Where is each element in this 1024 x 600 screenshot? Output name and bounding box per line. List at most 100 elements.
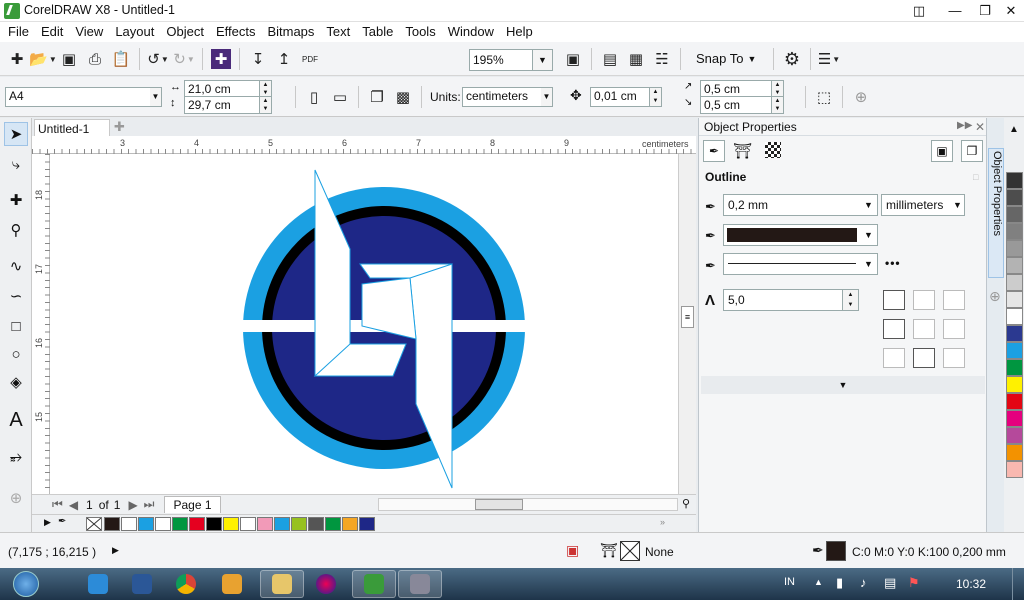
taskbar-word[interactable] <box>122 570 162 598</box>
outline-width-field[interactable]: 0,2 mm <box>723 194 861 216</box>
horizontal-scroll-thumb[interactable] <box>475 499 523 510</box>
palette-color-swatch[interactable] <box>1006 359 1023 376</box>
units-select[interactable]: centimeters <box>462 87 542 107</box>
color-proof-icon[interactable]: ▣ <box>566 542 579 559</box>
publish-pdf-icon[interactable]: PDF <box>297 47 323 71</box>
palette-color-swatch[interactable] <box>1006 410 1023 427</box>
rectangle-tool-icon[interactable]: □ <box>4 314 28 338</box>
frame-icon[interactable]: ▣ <box>931 140 953 162</box>
duplicate-y-spinner[interactable]: ▲ ▼ <box>772 96 784 114</box>
page-tab-1[interactable]: Page 1 <box>164 496 221 513</box>
cap-square-button[interactable] <box>943 319 965 339</box>
palette-color-swatch[interactable] <box>1006 189 1023 206</box>
document-color-swatch[interactable] <box>121 517 137 531</box>
miter-limit-spinner[interactable]: ▲ ▼ <box>843 289 859 311</box>
document-color-swatch[interactable] <box>325 517 341 531</box>
new-tab-icon[interactable]: ✚ <box>114 119 125 135</box>
duplicate-distance-y-field[interactable]: 0,5 cm <box>700 96 772 114</box>
menu-effects[interactable]: Effects <box>210 22 262 42</box>
maximize-button[interactable]: ❐ <box>974 2 996 20</box>
zoom-dropdown-arrow[interactable]: ▼ <box>533 49 553 71</box>
object-properties-side-tab[interactable]: Object Properties <box>988 148 1004 278</box>
redo-icon[interactable]: ↻ ▼ <box>171 47 197 71</box>
palette-color-swatch[interactable] <box>1006 342 1023 359</box>
page-height-field[interactable]: 29,7 cm <box>184 96 260 114</box>
document-color-swatch[interactable] <box>206 517 222 531</box>
transparency-tab-icon[interactable] <box>765 142 781 158</box>
polygon-tool-icon[interactable]: ◈ <box>4 370 28 394</box>
page-size-select[interactable]: A4 <box>5 87 151 107</box>
print-icon[interactable]: ⎙ <box>82 47 108 71</box>
miter-limit-field[interactable]: 5,0 <box>723 289 843 311</box>
document-color-swatch[interactable] <box>223 517 239 531</box>
volume-icon[interactable]: ♪ <box>860 575 867 590</box>
cap-butt-button[interactable] <box>883 319 905 339</box>
eyedropper-icon[interactable]: ✒ <box>58 516 66 527</box>
palette-color-swatch[interactable] <box>1006 240 1023 257</box>
menu-object[interactable]: Object <box>160 22 210 42</box>
freehand-tool-icon[interactable]: ∿ <box>4 254 28 278</box>
document-color-swatch[interactable] <box>291 517 307 531</box>
tab-untitled-1[interactable]: Untitled-1 <box>34 119 110 136</box>
logo-artwork[interactable] <box>50 154 678 494</box>
palette-color-swatch[interactable] <box>1006 376 1023 393</box>
add-tool-icon[interactable]: ⊕ <box>4 486 28 510</box>
palette-color-swatch[interactable] <box>1006 427 1023 444</box>
show-rulers-icon[interactable]: ▤ <box>597 47 623 71</box>
show-desktop-button[interactable] <box>1012 568 1024 600</box>
cap-round-button[interactable] <box>913 319 935 339</box>
menu-help[interactable]: Help <box>500 22 539 42</box>
snap-to-button[interactable]: Snap To <box>696 51 743 66</box>
position-center-button[interactable] <box>913 348 935 368</box>
first-page-icon[interactable]: ⏮ <box>52 497 63 512</box>
line-style-select[interactable] <box>723 253 861 275</box>
taskbar-ie[interactable] <box>78 570 118 598</box>
outline-color-status-swatch[interactable] <box>826 541 846 561</box>
palette-color-swatch[interactable] <box>1006 257 1023 274</box>
document-color-swatch[interactable] <box>308 517 324 531</box>
menu-table[interactable]: Table <box>356 22 399 42</box>
document-color-swatch[interactable] <box>359 517 375 531</box>
palette-menu-icon[interactable]: ▶ <box>44 517 51 528</box>
add-quick-customize-icon[interactable]: ⊕ <box>848 85 874 109</box>
palette-color-swatch[interactable] <box>1006 461 1023 478</box>
outline-color-picker[interactable] <box>723 224 861 246</box>
horizontal-scrollbar[interactable] <box>378 498 678 511</box>
import-icon[interactable]: ↧ <box>245 47 271 71</box>
outline-color-dropdown-icon[interactable]: ▼ <box>860 224 878 246</box>
previous-page-icon[interactable]: ◀ <box>69 498 78 512</box>
scroll-palette-icon[interactable]: » <box>660 517 665 527</box>
show-guidelines-icon[interactable]: ☵ <box>649 47 675 71</box>
palette-color-swatch[interactable] <box>1006 308 1023 325</box>
corel-connect-icon[interactable]: ✚ <box>211 49 231 69</box>
artistic-media-icon[interactable]: ∽ <box>4 284 28 308</box>
vertical-scrollbar[interactable]: ≡ <box>678 154 696 494</box>
page-size-dropdown-icon[interactable]: ▼ <box>150 87 162 107</box>
taskbar-coreldraw[interactable] <box>352 570 396 598</box>
options-gear-icon[interactable]: ⚙ <box>779 47 805 71</box>
corner-round-button[interactable] <box>913 290 935 310</box>
palette-color-swatch[interactable] <box>1006 325 1023 342</box>
document-color-swatch[interactable] <box>104 517 120 531</box>
text-tool-icon[interactable]: A <box>4 408 28 432</box>
taskbar-app[interactable] <box>306 570 346 598</box>
docker-expand-icon[interactable]: ▶▶ <box>957 120 972 131</box>
open-folder-icon[interactable]: 📂 ▼ <box>29 47 57 71</box>
document-color-swatch[interactable] <box>155 517 171 531</box>
ellipse-tool-icon[interactable]: ○ <box>4 342 28 366</box>
menu-tools[interactable]: Tools <box>399 22 441 42</box>
taskbar-media-player[interactable] <box>212 570 252 598</box>
undo-icon[interactable]: ↺ ▼ <box>145 47 171 71</box>
add-docker-icon[interactable]: ⊕ <box>989 288 1001 305</box>
vertical-scroll-thumb[interactable]: ≡ <box>681 306 694 328</box>
pick-tool-icon[interactable]: ➤ <box>4 122 28 146</box>
palette-color-swatch[interactable] <box>1006 172 1023 189</box>
document-color-swatch[interactable] <box>240 517 256 531</box>
minimize-button[interactable]: — <box>944 2 966 20</box>
show-hidden-icons[interactable]: ▲ <box>814 577 823 587</box>
nudge-distance-field[interactable]: 0,01 cm <box>590 87 650 107</box>
menu-bitmaps[interactable]: Bitmaps <box>261 22 320 42</box>
zoom-to-page-icon[interactable]: ▣ <box>560 47 586 71</box>
snap-to-dropdown-icon[interactable]: ▼ <box>747 54 756 64</box>
landscape-icon[interactable]: ▭ <box>327 85 353 109</box>
